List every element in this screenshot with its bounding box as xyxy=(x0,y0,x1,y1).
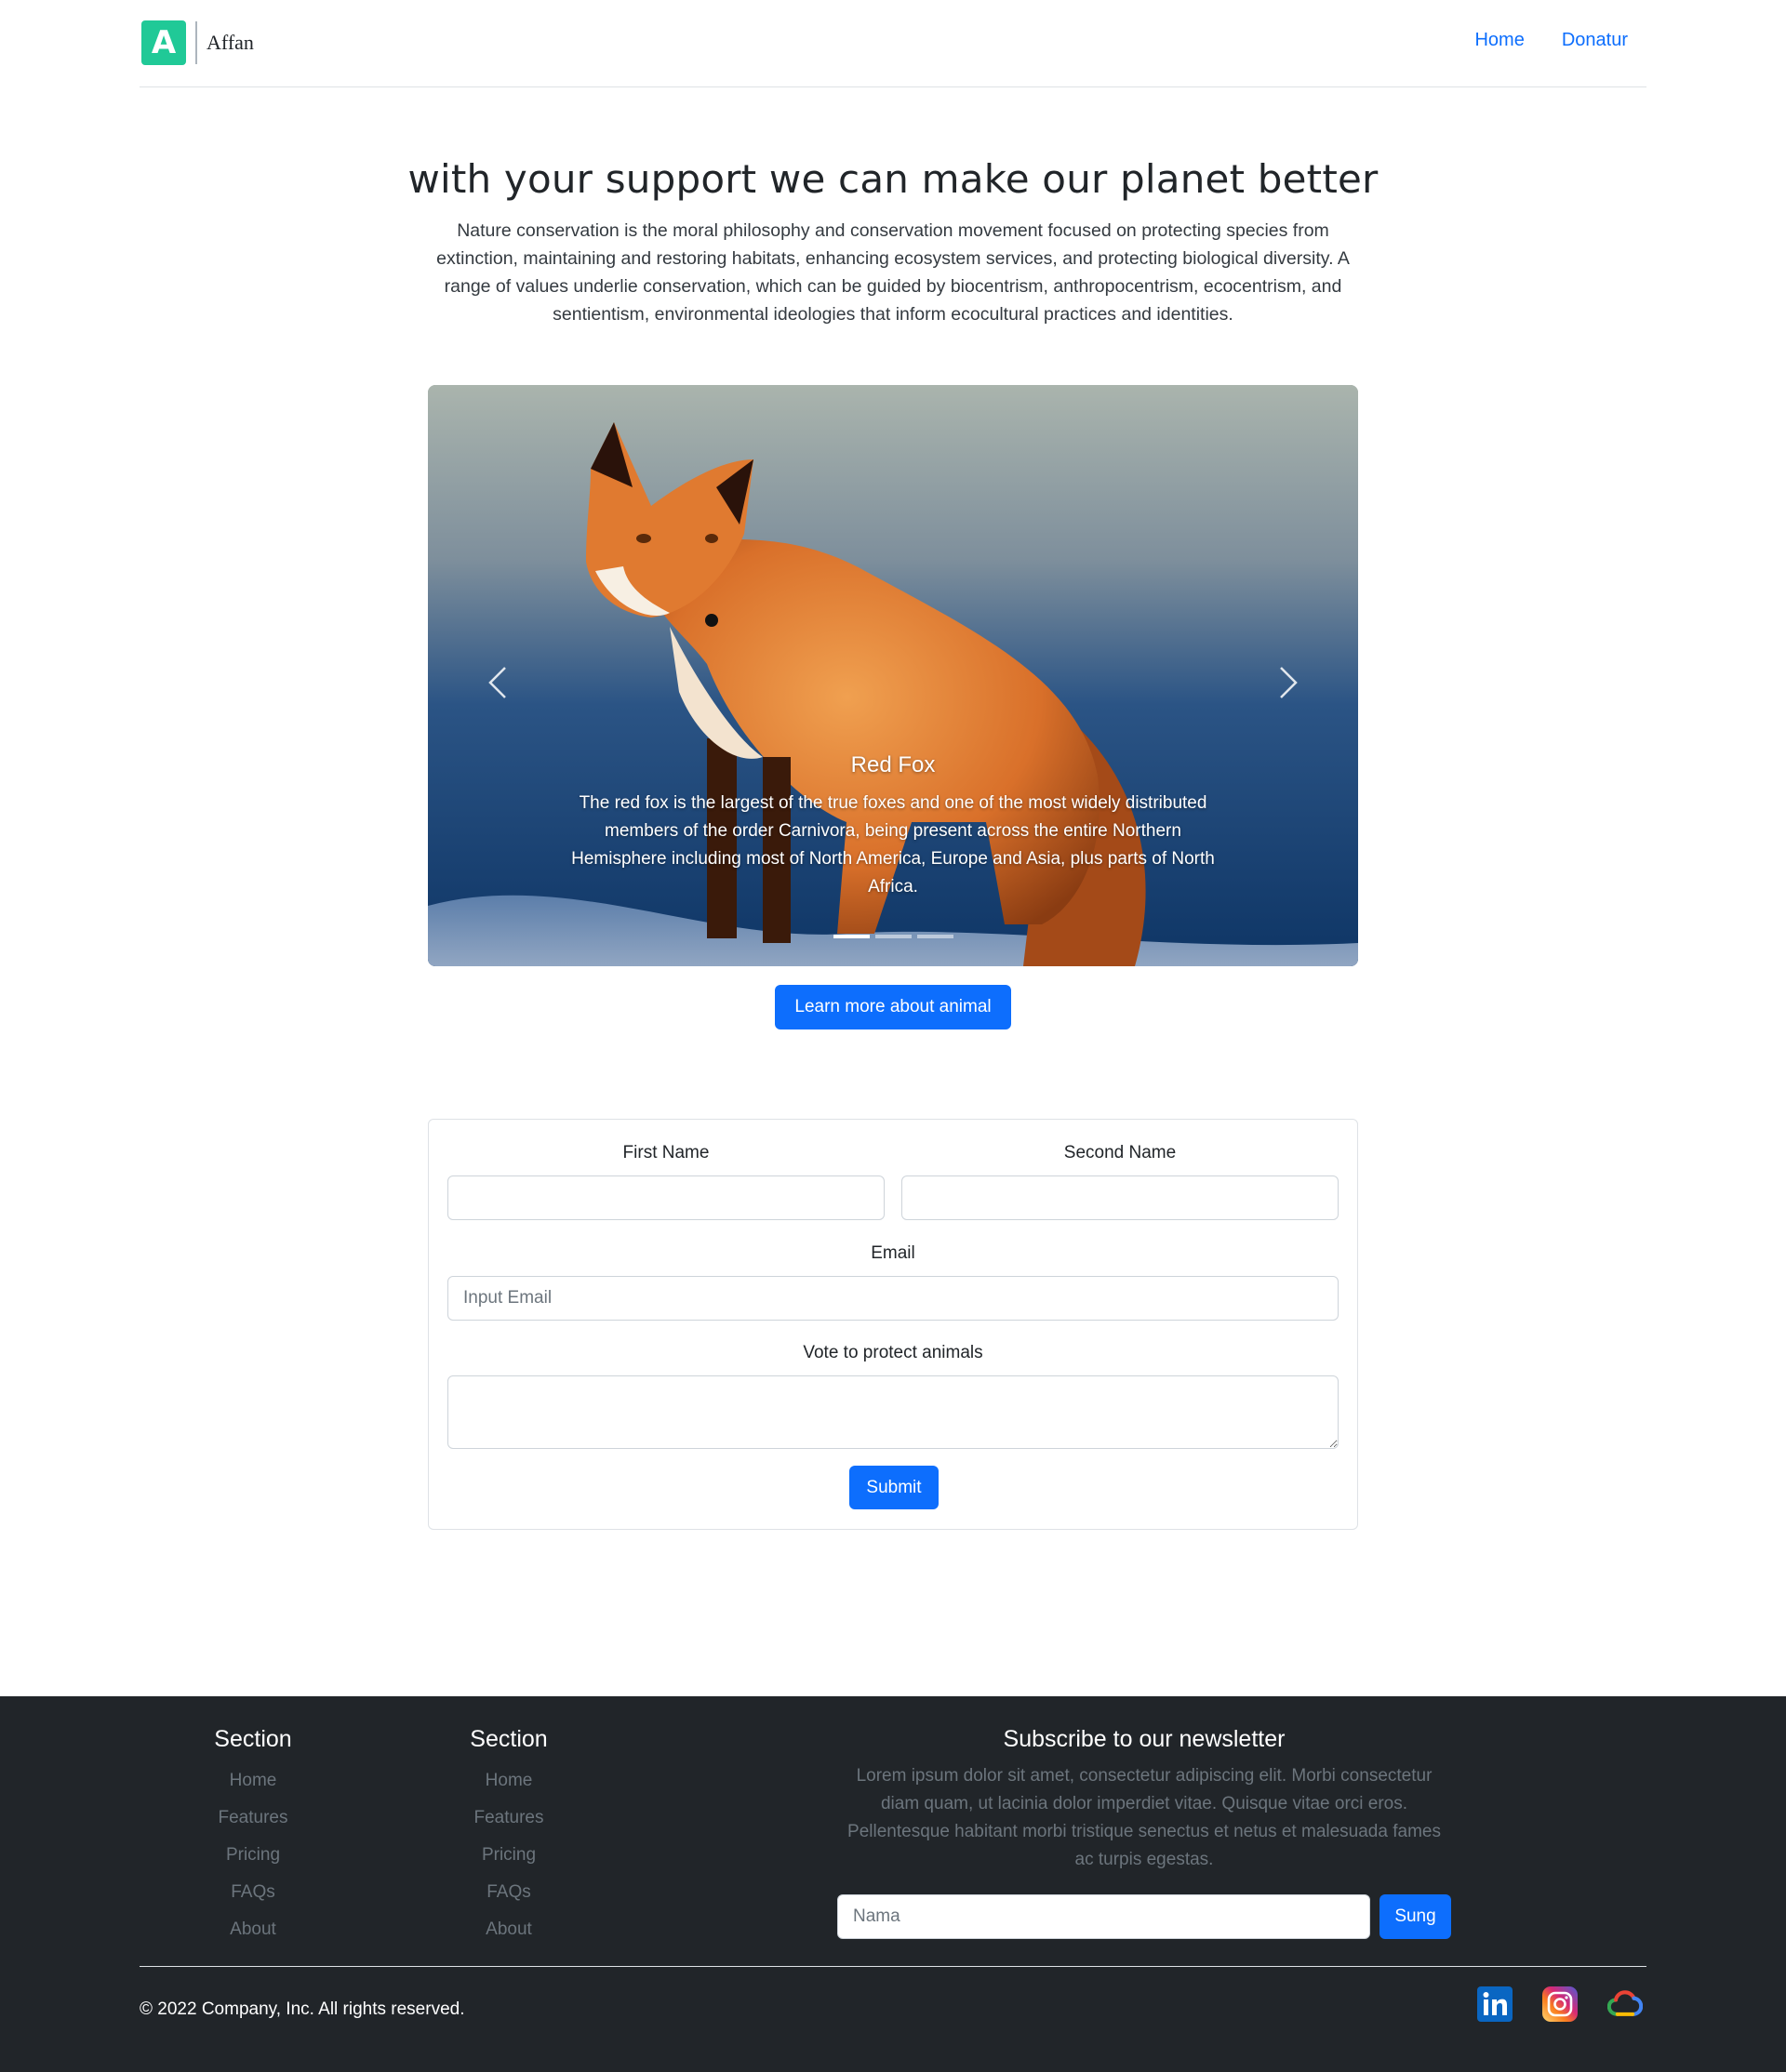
footer-link-pricing[interactable]: Pricing xyxy=(197,1837,309,1874)
carousel-prev-button[interactable] xyxy=(470,655,526,711)
footer-section-2: Section Home Features Pricing FAQs About xyxy=(453,1726,565,1948)
brand-name[interactable]: Affan xyxy=(207,31,254,55)
footer-link-about[interactable]: About xyxy=(453,1911,565,1948)
brand[interactable]: A Affan xyxy=(141,20,254,65)
newsletter-name-input[interactable] xyxy=(837,1894,1370,1939)
linkedin-icon[interactable] xyxy=(1477,1986,1513,2022)
copyright: © 2022 Company, Inc. All rights reserved… xyxy=(140,1999,465,2019)
nav-link-donatur[interactable]: Donatur xyxy=(1562,30,1628,51)
footer-link-features[interactable]: Features xyxy=(197,1800,309,1837)
logo-icon[interactable]: A xyxy=(141,20,186,65)
footer-section-title: Section xyxy=(214,1726,292,1752)
instagram-icon[interactable] xyxy=(1542,1986,1578,2022)
caption-title: Red Fox xyxy=(850,752,936,777)
newsletter-title: Subscribe to our newsletter xyxy=(1003,1726,1286,1752)
footer-section-title: Section xyxy=(470,1726,548,1752)
hero-description: Nature conservation is the moral philoso… xyxy=(436,220,1350,325)
carousel-indicator-1[interactable] xyxy=(833,935,870,938)
footer-link-faqs[interactable]: FAQs xyxy=(453,1874,565,1911)
footer-divider xyxy=(140,1966,1646,1967)
carousel-indicator-3[interactable] xyxy=(916,935,953,938)
newsletter-form: Sung xyxy=(837,1894,1451,1939)
footer-link-home[interactable]: Home xyxy=(453,1762,565,1800)
vote-textarea[interactable] xyxy=(447,1375,1339,1449)
chevron-left-icon xyxy=(488,667,506,698)
carousel-indicator-2[interactable] xyxy=(874,935,912,938)
site-footer: Section Home Features Pricing FAQs About… xyxy=(0,1696,1786,2072)
learn-more-button[interactable]: Learn more about animal xyxy=(775,985,1011,1029)
chevron-right-icon xyxy=(1280,667,1298,698)
footer-link-home[interactable]: Home xyxy=(197,1762,309,1800)
carousel-indicators xyxy=(428,935,1358,938)
hero-title: with your support we can make our planet… xyxy=(407,156,1379,202)
footer-link-features[interactable]: Features xyxy=(453,1800,565,1837)
carousel-next-button[interactable] xyxy=(1260,655,1316,711)
footer-link-faqs[interactable]: FAQs xyxy=(197,1874,309,1911)
second-name-label: Second Name xyxy=(1063,1143,1177,1162)
footer-link-pricing[interactable]: Pricing xyxy=(453,1837,565,1874)
first-name-input[interactable] xyxy=(447,1175,885,1220)
nav-link-home[interactable]: Home xyxy=(1474,30,1524,51)
vote-label: Vote to protect animals xyxy=(803,1343,983,1362)
footer-link-about[interactable]: About xyxy=(197,1911,309,1948)
newsletter: Subscribe to our newsletter Lorem ipsum … xyxy=(837,1726,1451,1939)
newsletter-submit-button[interactable]: Sung xyxy=(1379,1894,1451,1939)
email-label: Email xyxy=(871,1243,915,1263)
vote-form: First Name Second Name Email Vote to pro… xyxy=(428,1119,1358,1530)
carousel-caption: Red Fox The red fox is the largest of th… xyxy=(567,752,1219,901)
email-input[interactable] xyxy=(447,1276,1339,1321)
social-links xyxy=(1477,1986,1643,2022)
caption-text: The red fox is the largest of the true f… xyxy=(571,793,1215,897)
newsletter-text: Lorem ipsum dolor sit amet, consectetur … xyxy=(847,1766,1441,1869)
second-name-input[interactable] xyxy=(901,1175,1339,1220)
brand-divider xyxy=(195,21,197,64)
first-name-label: First Name xyxy=(622,1143,710,1162)
site-header: A Affan Home Donatur xyxy=(140,0,1646,87)
footer-section-1: Section Home Features Pricing FAQs About xyxy=(197,1726,309,1948)
main-nav: Home Donatur xyxy=(1474,30,1628,51)
submit-button[interactable]: Submit xyxy=(849,1466,939,1509)
google-cloud-icon[interactable] xyxy=(1607,1986,1643,2022)
animal-carousel: Red Fox The red fox is the largest of th… xyxy=(428,385,1358,966)
